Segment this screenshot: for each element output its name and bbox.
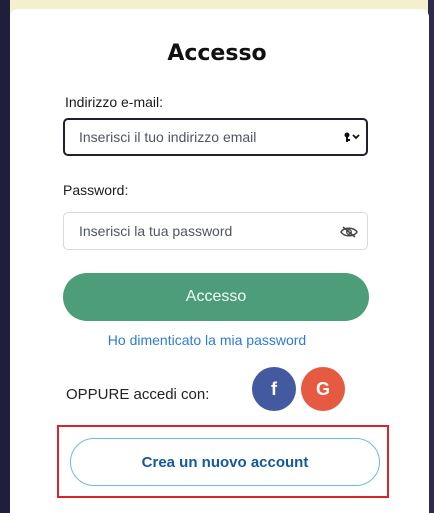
email-input[interactable]	[63, 118, 368, 156]
login-button[interactable]: Accesso	[63, 273, 369, 321]
google-icon: G	[315, 378, 330, 399]
facebook-login-button[interactable]: f	[252, 367, 296, 411]
create-account-button[interactable]: Crea un nuovo account	[70, 438, 380, 486]
social-login-prompt: OPPURE accedi con:	[66, 386, 210, 403]
facebook-icon: f	[271, 378, 277, 399]
email-label: Indirizzo e-mail:	[65, 94, 164, 110]
password-label: Password:	[63, 182, 129, 198]
eye-slash-icon[interactable]	[340, 225, 358, 239]
background-top-strip	[0, 0, 434, 9]
google-login-button[interactable]: G	[301, 367, 345, 411]
password-input[interactable]	[63, 212, 368, 250]
key-dropdown-icon[interactable]	[342, 130, 362, 144]
forgot-password-link[interactable]: Ho dimenticato la mia password	[0, 332, 424, 348]
page-title: Accesso	[167, 41, 267, 66]
background-left-strip	[0, 0, 10, 513]
